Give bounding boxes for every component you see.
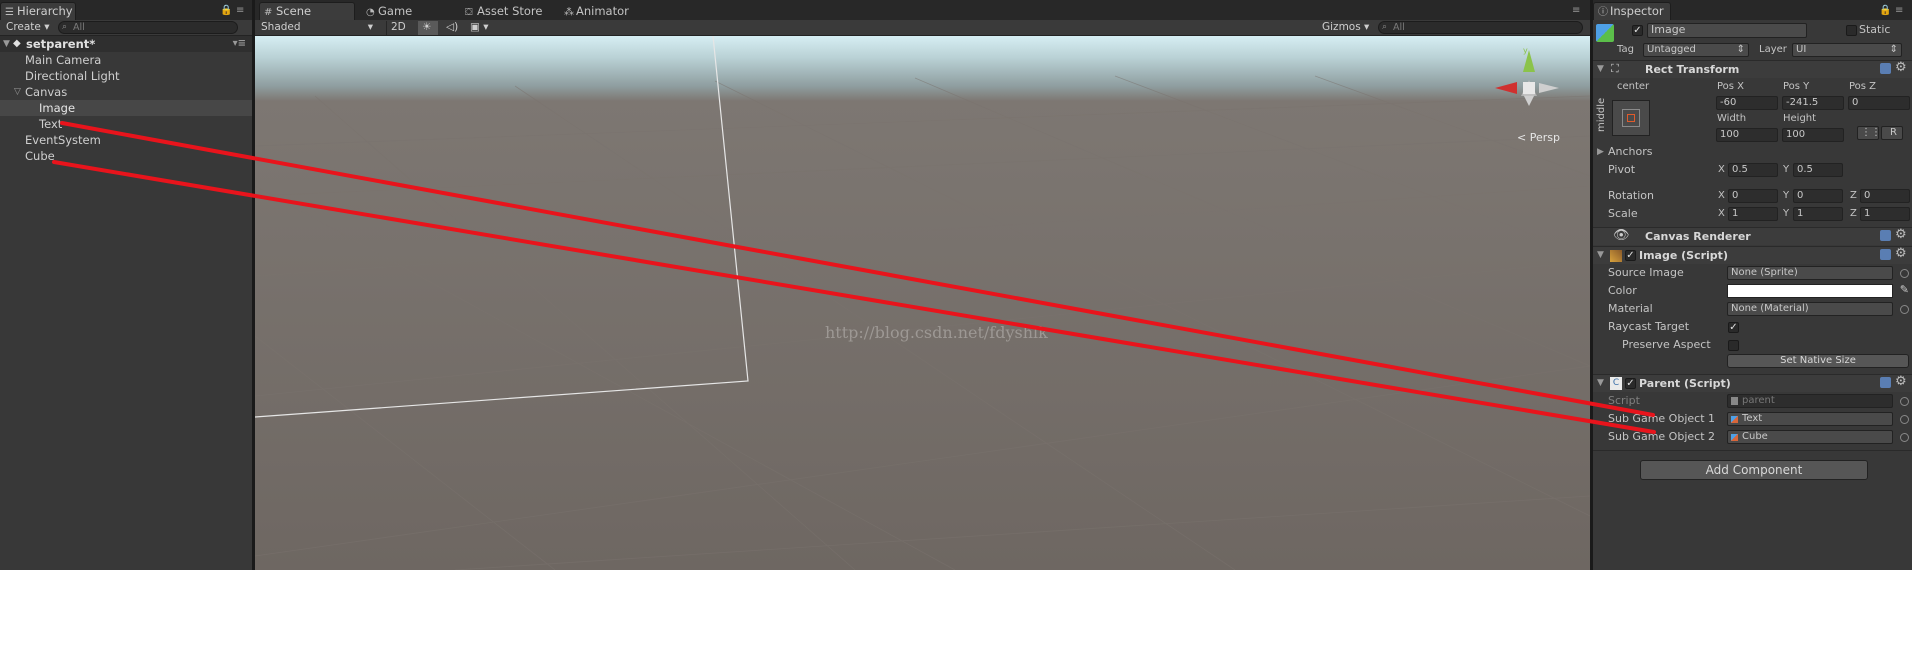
annotation-line-text	[60, 121, 1655, 417]
unity-editor: ☰ Hierarchy 🔒 ≡ Create ▾ ⌕ All ▼ ◆ setpare…	[0, 0, 1912, 570]
annotation-line-cube	[52, 160, 1656, 434]
annotation-lines	[52, 121, 1656, 434]
